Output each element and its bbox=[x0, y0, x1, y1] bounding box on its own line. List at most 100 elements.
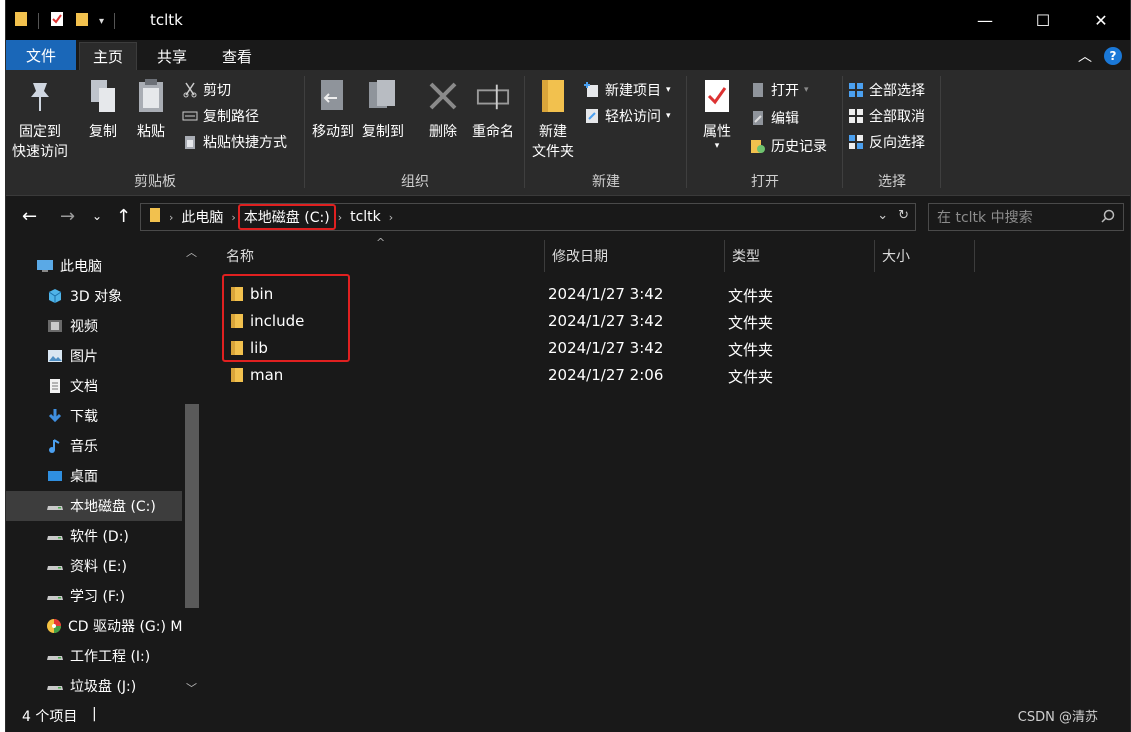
nav-item[interactable]: CD 驱动器 (G:) M bbox=[6, 611, 182, 641]
move-to-label: 移动到 bbox=[312, 124, 354, 140]
edit-button[interactable]: 编辑 bbox=[750, 108, 799, 128]
quick-access-toolbar: ▾ bbox=[14, 11, 116, 31]
search-icon[interactable] bbox=[1101, 209, 1115, 227]
address-dropdown-icon[interactable]: ⌄ bbox=[877, 208, 888, 223]
status-bar: 4 个项目 | CSDN @清苏 bbox=[6, 700, 1130, 732]
breadcrumb-local-disk-c[interactable]: 本地磁盘 (C:) bbox=[237, 204, 336, 230]
breadcrumb-tcltk[interactable]: tcltk bbox=[344, 209, 387, 225]
column-divider[interactable] bbox=[874, 240, 875, 272]
nav-item[interactable]: 图片 bbox=[6, 341, 182, 371]
navigation-pane: 此电脑 3D 对象 视频 图片 文档 下载 音乐 桌面 本地磁盘 (C:) 软件 (D:) 资料 (… bbox=[6, 238, 204, 700]
new-group: 新建 文件夹 新建项目 ▾ 轻松访问 ▾ 新建 bbox=[526, 70, 686, 196]
nav-item[interactable]: 音乐 bbox=[6, 431, 182, 461]
file-row[interactable]: bin 2024/1/27 3:42 文件夹 bbox=[214, 281, 1131, 308]
copy-path-button[interactable]: 复制路径 bbox=[182, 106, 259, 126]
move-to-button[interactable]: 移动到 bbox=[312, 76, 354, 142]
easy-access-button[interactable]: 轻松访问 ▾ bbox=[584, 106, 671, 126]
nav-item[interactable]: 工作工程 (I:) bbox=[6, 641, 182, 671]
select-none-button[interactable]: 全部取消 bbox=[848, 106, 925, 126]
scroll-up-icon[interactable]: ︿ bbox=[186, 244, 197, 260]
nav-item[interactable]: 学习 (F:) bbox=[6, 581, 182, 611]
nav-item[interactable]: 文档 bbox=[6, 371, 182, 401]
invert-selection-label: 反向选择 bbox=[869, 135, 925, 151]
column-divider[interactable] bbox=[974, 240, 975, 272]
refresh-icon[interactable]: ↻ bbox=[898, 208, 909, 223]
column-header-type[interactable]: 类型 bbox=[732, 238, 760, 274]
nav-item-label: 此电脑 bbox=[60, 259, 102, 275]
tab-home[interactable]: 主页 bbox=[79, 42, 137, 70]
column-header-name[interactable]: 名称 bbox=[226, 238, 254, 274]
invert-selection-button[interactable]: 反向选择 bbox=[848, 132, 925, 152]
close-button[interactable]: ✕ bbox=[1072, 0, 1130, 40]
nav-item[interactable]: 下载 bbox=[6, 401, 182, 431]
open-button[interactable]: 打开 ▾ bbox=[750, 80, 809, 100]
address-bar[interactable]: › 此电脑 › 本地磁盘 (C:) › tcltk › ⌄ ↻ bbox=[140, 203, 916, 231]
file-row[interactable]: include 2024/1/27 3:42 文件夹 bbox=[214, 308, 1131, 335]
easy-access-icon bbox=[584, 108, 600, 124]
scrollbar-thumb[interactable] bbox=[185, 404, 199, 608]
nav-item[interactable]: 视频 bbox=[6, 311, 182, 341]
nav-item[interactable]: 此电脑 bbox=[6, 251, 182, 281]
folder-icon bbox=[141, 207, 167, 227]
column-header-size[interactable]: 大小 bbox=[882, 238, 910, 274]
properties-button[interactable]: 属性 ▾ bbox=[700, 76, 734, 151]
column-divider[interactable] bbox=[724, 240, 725, 272]
scissors-icon bbox=[182, 82, 198, 98]
drive-icon bbox=[46, 557, 64, 575]
breadcrumb-separator-icon[interactable]: › bbox=[387, 211, 395, 224]
collapse-ribbon-icon[interactable]: ︿ bbox=[1078, 46, 1092, 66]
breadcrumb-separator-icon[interactable]: › bbox=[336, 211, 344, 224]
edit-icon bbox=[750, 110, 766, 126]
copy-to-button[interactable]: 复制到 bbox=[362, 76, 404, 142]
nav-item-label: CD 驱动器 (G:) M bbox=[68, 619, 182, 635]
tab-file[interactable]: 文件 bbox=[6, 40, 76, 70]
new-folder-icon[interactable] bbox=[75, 11, 89, 31]
recent-locations-chevron-icon[interactable]: ⌄ bbox=[92, 209, 102, 223]
rename-button[interactable]: 重命名 bbox=[472, 76, 514, 142]
tab-view[interactable]: 查看 bbox=[208, 42, 266, 70]
cut-button[interactable]: 剪切 bbox=[182, 80, 231, 100]
breadcrumb-separator-icon[interactable]: › bbox=[167, 211, 175, 224]
help-button[interactable]: ? bbox=[1104, 47, 1122, 65]
delete-button[interactable]: 删除 bbox=[426, 76, 460, 142]
open-icon bbox=[750, 82, 766, 98]
pin-quick-access-button[interactable]: 固定到 快速访问 bbox=[12, 76, 68, 162]
customize-dropdown-icon[interactable]: ▾ bbox=[99, 16, 104, 27]
properties-icon[interactable] bbox=[49, 11, 65, 31]
up-arrow-icon[interactable]: ↑ bbox=[116, 206, 131, 227]
forward-arrow-icon[interactable]: → bbox=[60, 206, 75, 227]
new-folder-label-line2: 文件夹 bbox=[532, 144, 574, 160]
nav-item[interactable]: 资料 (E:) bbox=[6, 551, 182, 581]
file-row[interactable]: lib 2024/1/27 3:42 文件夹 bbox=[214, 335, 1131, 362]
history-label: 历史记录 bbox=[771, 139, 827, 155]
column-divider[interactable] bbox=[544, 240, 545, 272]
properties-icon bbox=[700, 76, 734, 116]
maximize-button[interactable]: ☐ bbox=[1014, 0, 1072, 40]
back-arrow-icon[interactable]: ← bbox=[22, 206, 37, 227]
window-title: tcltk bbox=[150, 11, 183, 29]
minimize-button[interactable]: — bbox=[956, 0, 1014, 40]
copy-button[interactable]: 复制 bbox=[86, 76, 120, 142]
tab-share[interactable]: 共享 bbox=[144, 42, 200, 70]
nav-item[interactable]: 软件 (D:) bbox=[6, 521, 182, 551]
scroll-down-icon[interactable]: ﹀ bbox=[186, 680, 197, 696]
clipboard-group-label: 剪贴板 bbox=[134, 174, 176, 190]
file-type: 文件夹 bbox=[728, 314, 774, 332]
paste-button[interactable]: 粘贴 bbox=[134, 76, 168, 142]
select-all-button[interactable]: 全部选择 bbox=[848, 80, 925, 100]
new-folder-button[interactable]: 新建 文件夹 bbox=[532, 76, 574, 162]
nav-item[interactable]: 桌面 bbox=[6, 461, 182, 491]
file-row[interactable]: man 2024/1/27 2:06 文件夹 bbox=[214, 362, 1131, 389]
nav-item[interactable]: 本地磁盘 (C:) bbox=[6, 491, 182, 521]
nav-item[interactable]: 3D 对象 bbox=[6, 281, 182, 311]
column-header-date[interactable]: 修改日期 bbox=[552, 238, 608, 274]
search-box[interactable]: 在 tcltk 中搜索 bbox=[928, 203, 1124, 231]
history-button[interactable]: 历史记录 bbox=[750, 136, 827, 156]
nav-item[interactable]: 垃圾盘 (J:) bbox=[6, 671, 182, 701]
breadcrumb-separator-icon[interactable]: › bbox=[229, 211, 237, 224]
breadcrumb-this-pc[interactable]: 此电脑 bbox=[175, 207, 229, 227]
paste-shortcut-button[interactable]: 粘贴快捷方式 bbox=[182, 132, 287, 152]
nav-pane-scrollbar[interactable]: ︿ ﹀ bbox=[182, 238, 202, 700]
properties-label: 属性 bbox=[703, 124, 731, 140]
new-item-button[interactable]: 新建项目 ▾ bbox=[584, 80, 671, 100]
